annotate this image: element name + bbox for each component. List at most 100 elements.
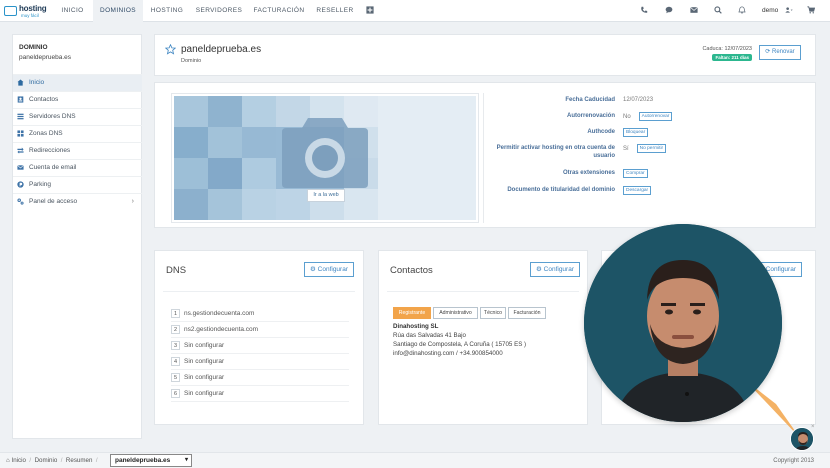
configure-label: Configurar <box>765 266 796 273</box>
detail-label: Permitir activar hosting en otra cuenta … <box>496 145 615 159</box>
dns-row: 1 ns.gestiondecuenta.com <box>171 307 349 322</box>
lock-button[interactable]: Bloquear <box>623 128 649 137</box>
dns-row: 4 Sin configurar <box>171 355 349 370</box>
logo-text-sub: muy fácil <box>21 13 39 18</box>
contacts-card: Contactos ⚙ Configurar Registrante Admin… <box>378 250 588 425</box>
tab-registrante[interactable]: Registrante <box>393 307 431 319</box>
nav-servidores[interactable]: SERVIDORES <box>193 0 245 22</box>
user-name[interactable]: demo <box>762 6 778 16</box>
nav-facturacion[interactable]: FACTURACIÓN <box>250 0 308 22</box>
dns-value: ns.gestiondecuenta.com <box>184 310 255 317</box>
sidebar-item-panel-acceso[interactable]: Panel de acceso › <box>13 193 142 210</box>
dns-index: 4 <box>171 356 180 366</box>
contacts-configure-button[interactable]: ⚙ Configurar <box>530 262 580 277</box>
sidebar: DOMINIO paneldeprueba.es Inicio Contacto… <box>12 34 142 439</box>
user-menu-icon[interactable] <box>783 6 795 16</box>
dns-value: Sin configurar <box>184 358 225 365</box>
dns-server-icon <box>17 113 24 120</box>
access-panel-icon <box>17 198 24 205</box>
divider <box>163 291 355 292</box>
breadcrumb-resumen[interactable]: Resumen <box>66 457 92 464</box>
dns-configure-button[interactable]: ⚙ Configurar <box>304 262 354 277</box>
search-icon[interactable] <box>713 6 723 16</box>
nav-reseller[interactable]: RESELLER <box>313 0 357 22</box>
sidebar-item-inicio[interactable]: Inicio <box>13 74 142 91</box>
add-plus-icon[interactable] <box>365 6 375 16</box>
renew-label: Renovar <box>772 49 795 55</box>
sidebar-item-redirecciones[interactable]: Redirecciones <box>13 142 142 159</box>
detail-value-group: Descargar <box>623 186 652 195</box>
chat-icon[interactable] <box>664 6 674 16</box>
detail-value-group: Bloquear <box>623 128 649 137</box>
dns-index: 1 <box>171 308 180 318</box>
sidebar-item-parking[interactable]: Parking <box>13 176 142 193</box>
footer-bar: ⌂ Inicio / Dominio / Resumen / paneldepr… <box>0 452 830 468</box>
divider <box>483 93 484 223</box>
gear-icon: ⚙ <box>310 266 316 273</box>
brand-logo[interactable]: hosting muy fácil <box>4 3 48 19</box>
days-left-badge: Faltan: 211 días <box>712 54 752 61</box>
sidebar-item-cuenta-email[interactable]: Cuenta de email <box>13 159 142 176</box>
sidebar-item-contactos[interactable]: Contactos <box>13 91 142 108</box>
breadcrumb-dominio[interactable]: Dominio <box>35 457 58 464</box>
nav-hosting[interactable]: HOSTING <box>146 0 188 22</box>
dns-index: 3 <box>171 340 180 350</box>
breadcrumb: ⌂ Inicio / Dominio / Resumen / <box>6 456 98 466</box>
tab-facturacion[interactable]: Facturación <box>508 307 546 319</box>
breadcrumb-separator: / <box>59 457 65 464</box>
sidebar-domain-label: DOMINIO <box>19 44 48 51</box>
website-preview: Ir a la web <box>171 93 479 223</box>
dns-row: 3 Sin configurar <box>171 339 349 354</box>
redirect-icon <box>17 147 24 154</box>
detail-value: Sí <box>623 146 629 153</box>
sidebar-item-label: Redirecciones <box>29 147 71 154</box>
dns-row: 6 Sin configurar <box>171 387 349 402</box>
phone-icon[interactable] <box>639 6 649 16</box>
dns-value: ns2.gestiondecuenta.com <box>184 326 259 333</box>
dns-zone-icon <box>17 130 24 137</box>
page-subtitle: Dominio <box>181 58 202 64</box>
gear-icon: ⚙ <box>536 266 542 273</box>
sidebar-item-label: Contactos <box>29 96 59 103</box>
visit-website-button[interactable]: Ir a la web <box>307 189 345 202</box>
renew-button[interactable]: ⟳ Renovar <box>759 45 801 60</box>
configure-label: Configurar <box>317 266 348 273</box>
sidebar-item-zonas-dns[interactable]: Zonas DNS <box>13 125 142 142</box>
contact-address: Rúa das Salvadas 41 Bajo <box>393 332 466 339</box>
disallow-button[interactable]: No permitir <box>636 144 667 153</box>
domain-select[interactable]: paneldeprueba.es ▾ <box>110 454 192 467</box>
sidebar-item-label: Panel de acceso <box>29 198 78 205</box>
sidebar-item-label: Inicio <box>29 79 45 86</box>
dns-index: 6 <box>171 388 180 398</box>
page-title: paneldeprueba.es <box>181 44 262 55</box>
logo-screen-icon <box>4 6 17 16</box>
mail-icon[interactable] <box>689 6 699 16</box>
top-navbar: hosting muy fácil INICIO DOMINIOS HOSTIN… <box>0 0 830 22</box>
presenter-avatar[interactable] <box>790 427 814 451</box>
contact-email-phone: info@dinahosting.com / +34.900854000 <box>393 350 503 357</box>
sidebar-item-label: Servidores DNS <box>29 113 76 120</box>
autorenew-button[interactable]: Autorrenovar <box>638 112 673 121</box>
chevron-right-icon: › <box>131 198 134 205</box>
close-icon[interactable]: × <box>811 424 815 430</box>
domain-select-value: paneldeprueba.es <box>115 457 171 464</box>
buy-button[interactable]: Comprar <box>623 169 648 178</box>
dns-index: 2 <box>171 324 180 334</box>
bell-icon[interactable] <box>737 6 747 16</box>
nav-dominios[interactable]: DOMINIOS <box>93 0 143 22</box>
nav-inicio[interactable]: INICIO <box>55 0 90 22</box>
detail-label: Authcode <box>587 129 615 135</box>
dns-card: DNS ⚙ Configurar 1 ns.gestiondecuenta.com… <box>154 250 364 425</box>
detail-label: Otras extensiones <box>562 170 615 176</box>
breadcrumb-inicio[interactable]: Inicio <box>11 457 25 464</box>
copyright-text: Copyright 2013 <box>773 458 814 464</box>
star-icon[interactable] <box>165 44 176 55</box>
tab-administrativo[interactable]: Administrativo <box>433 307 478 319</box>
tab-tecnico[interactable]: Técnico <box>480 307 506 319</box>
cart-icon[interactable] <box>806 6 816 16</box>
breadcrumb-separator: / <box>27 457 33 464</box>
contact-card-icon <box>17 96 24 103</box>
contact-city: Santiago de Compostela, A Coruña ( 15705… <box>393 341 527 348</box>
download-button[interactable]: Descargar <box>623 186 652 195</box>
sidebar-item-servidores-dns[interactable]: Servidores DNS <box>13 108 142 125</box>
